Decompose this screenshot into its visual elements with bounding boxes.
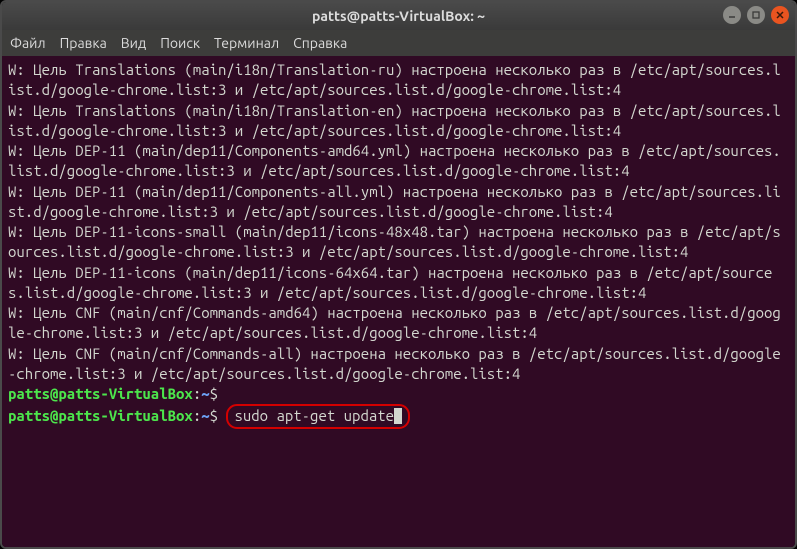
window-controls: [723, 6, 789, 24]
maximize-button[interactable]: [747, 6, 765, 24]
prompt-user-host: patts@patts-VirtualBox: [8, 407, 193, 424]
command-input: sudo apt-get update: [234, 407, 394, 424]
menu-terminal[interactable]: Терминал: [214, 35, 279, 51]
terminal-output-line: W: Цель DEP-11-icons-small (main/dep11/i…: [8, 223, 781, 260]
menubar: Файл Правка Вид Поиск Терминал Справка: [2, 30, 795, 56]
prompt-path: ~: [201, 407, 209, 424]
menu-file[interactable]: Файл: [10, 35, 46, 51]
terminal-body[interactable]: W: Цель Translations (main/i18n/Translat…: [2, 56, 795, 547]
terminal-output-line: W: Цель DEP-11-icons (main/dep11/icons-6…: [8, 264, 772, 301]
menu-edit[interactable]: Правка: [60, 35, 107, 51]
menu-help[interactable]: Справка: [293, 35, 347, 51]
cursor: [394, 408, 402, 424]
terminal-window: patts@patts-VirtualBox: ~ Файл Правка Ви…: [0, 0, 797, 549]
menu-view[interactable]: Вид: [121, 35, 146, 51]
prompt-colon: :: [193, 407, 201, 424]
terminal-output-line: W: Цель DEP-11 (main/dep11/Components-al…: [8, 183, 781, 220]
titlebar: patts@patts-VirtualBox: ~: [2, 2, 795, 30]
command-highlight: sudo apt-get update: [226, 404, 410, 428]
terminal-output-line: W: Цель CNF (main/cnf/Commands-amd64) на…: [8, 304, 781, 341]
close-button[interactable]: [771, 6, 789, 24]
prompt-user-host: patts@patts-VirtualBox: [8, 385, 193, 402]
prompt-symbol: $: [210, 407, 218, 424]
window-title: patts@patts-VirtualBox: ~: [312, 8, 485, 24]
terminal-output-line: W: Цель Translations (main/i18n/Translat…: [8, 102, 781, 139]
terminal-output-line: W: Цель CNF (main/cnf/Commands-all) наст…: [8, 345, 781, 382]
minimize-button[interactable]: [723, 6, 741, 24]
terminal-output-line: W: Цель DEP-11 (main/dep11/Components-am…: [8, 142, 781, 179]
terminal-output-line: W: Цель Translations (main/i18n/Translat…: [8, 61, 781, 98]
menu-search[interactable]: Поиск: [160, 35, 200, 51]
prompt-symbol: $: [210, 385, 218, 402]
prompt-colon: :: [193, 385, 201, 402]
prompt-path: ~: [201, 385, 209, 402]
